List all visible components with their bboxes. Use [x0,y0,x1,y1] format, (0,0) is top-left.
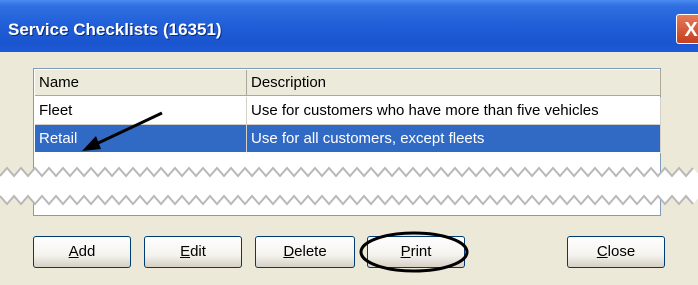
window-title: Service Checklists (16351) [8,20,222,39]
title-bar[interactable]: Service Checklists (16351) X [0,0,698,52]
edit-button[interactable]: Edit [144,236,242,268]
close-button[interactable]: Close [567,236,665,268]
column-header-description[interactable]: Description [247,70,661,96]
row-name-cell: Fleet [35,97,247,125]
table-row[interactable]: Retail Use for all customers, except fle… [35,125,661,153]
column-header-name[interactable]: Name [35,70,247,96]
delete-button[interactable]: Delete [255,236,355,268]
row-description-cell: Use for customers who have more than fiv… [247,97,661,125]
print-button[interactable]: Print [367,236,465,268]
torn-edge-divider [0,162,698,210]
add-button[interactable]: Add [33,236,131,268]
close-window-icon[interactable]: X [676,14,698,44]
row-description-cell: Use for all customers, except fleets [247,125,661,153]
service-checklists-dialog: Service Checklists (16351) X Name Descri… [0,0,698,285]
table-row[interactable]: Fleet Use for customers who have more th… [35,97,661,125]
grid-header: Name Description [35,70,661,96]
row-name-cell: Retail [35,125,247,153]
